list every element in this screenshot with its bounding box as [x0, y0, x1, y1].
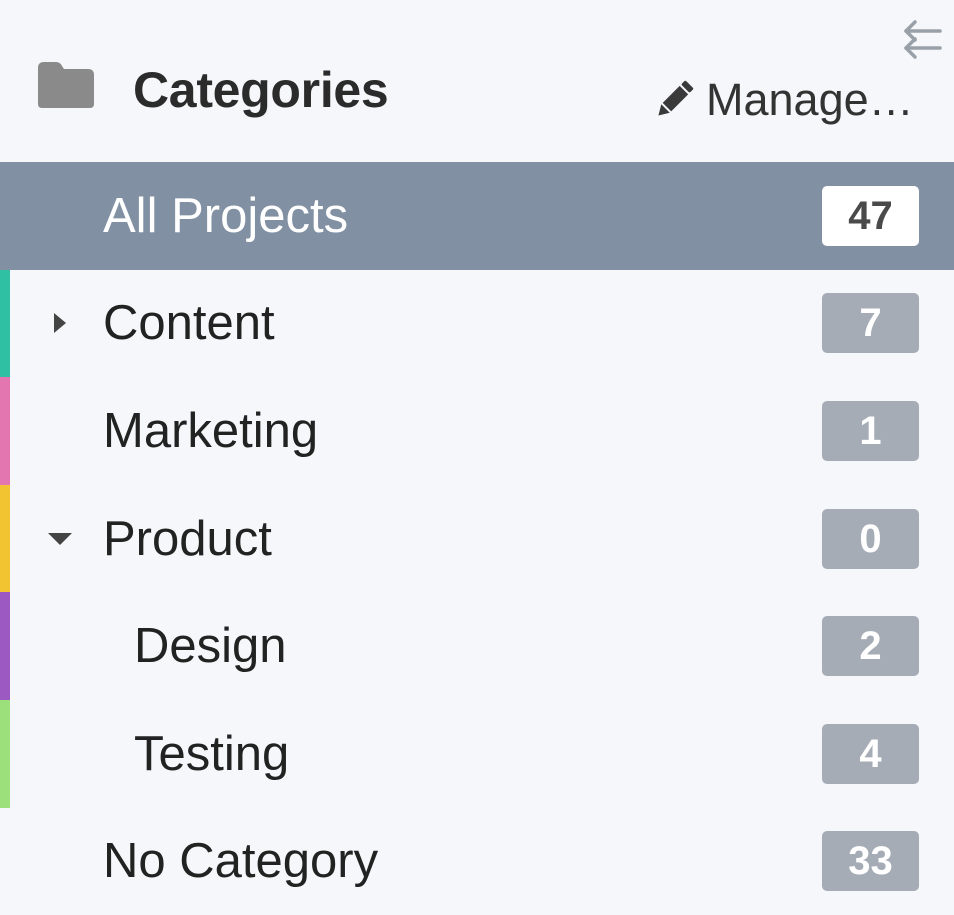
page-title: Categories: [133, 62, 389, 118]
caret-right-icon[interactable]: [44, 307, 76, 339]
category-color-strip: [0, 592, 10, 700]
category-row-design[interactable]: Design 2: [0, 592, 954, 700]
category-row-no-category[interactable]: No Category 33: [0, 808, 954, 915]
count-badge: 2: [822, 616, 919, 677]
count-badge: 1: [822, 400, 919, 461]
count-badge: 7: [822, 293, 919, 354]
category-color-strip: [0, 269, 10, 378]
manage-label: Manage…: [706, 74, 914, 125]
collapse-arrows-icon[interactable]: [900, 18, 946, 60]
category-label: Testing: [134, 726, 290, 781]
category-row-marketing[interactable]: Marketing 1: [0, 377, 954, 485]
count-badge: 47: [822, 185, 919, 246]
category-color-strip: [0, 699, 10, 808]
category-row-all-projects[interactable]: All Projects 47: [0, 162, 954, 270]
count-badge: 0: [822, 508, 919, 569]
category-row-content[interactable]: Content 7: [0, 269, 954, 378]
category-label: Marketing: [103, 403, 319, 458]
category-row-product[interactable]: Product 0: [0, 484, 954, 593]
category-label: Product: [103, 511, 272, 566]
categories-header: Categories Manage…: [0, 0, 954, 162]
category-label: Design: [134, 619, 287, 674]
count-badge: 33: [822, 831, 919, 892]
count-badge: 4: [822, 723, 919, 784]
category-row-testing[interactable]: Testing 4: [0, 699, 954, 808]
category-label: No Category: [103, 834, 379, 889]
category-color-strip: [0, 484, 10, 593]
category-label: Content: [103, 296, 275, 351]
category-label: All Projects: [103, 188, 349, 243]
category-list: All Projects 47 Content 7 Marketing 1 Pr…: [0, 162, 954, 915]
category-color-strip: [0, 377, 10, 485]
folder-icon: [36, 60, 96, 110]
caret-down-icon[interactable]: [44, 523, 76, 555]
manage-button[interactable]: Manage…: [652, 72, 914, 128]
pencil-icon: [652, 78, 696, 122]
